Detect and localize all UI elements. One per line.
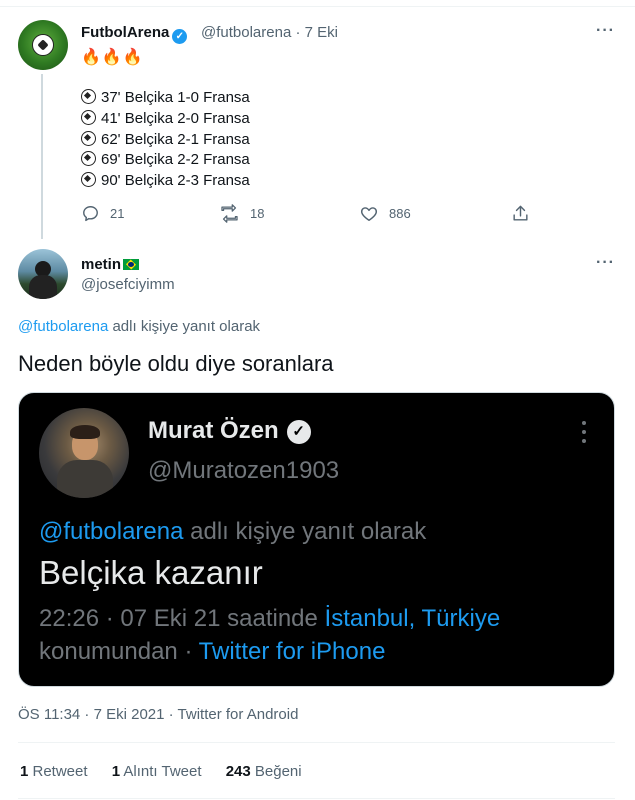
futbolarena-avatar[interactable] (18, 20, 68, 70)
soccer-ball-icon (81, 131, 96, 146)
football-avatar-icon (32, 34, 54, 56)
top-divider (0, 6, 635, 7)
soccer-ball-icon (81, 110, 96, 125)
tweet-stats: 1 Retweet 1 Alıntı Tweet 243 Beğeni (20, 763, 322, 780)
like-button[interactable]: 886 (359, 204, 411, 223)
screenshot-tweet-text: Belçika kazanır (39, 554, 263, 591)
avatar-coat (57, 460, 113, 498)
retweet-count: 18 (250, 206, 265, 221)
retweet-button[interactable]: 18 (219, 204, 264, 223)
metin-avatar[interactable] (18, 249, 68, 299)
reply-author-name[interactable]: metin (81, 256, 140, 273)
parent-handle-date[interactable]: @futbolarena · 7 Eki (201, 24, 338, 41)
like-icon (360, 207, 378, 221)
avatar-hair (70, 425, 100, 439)
thread-connector-line (41, 74, 43, 239)
soccer-ball-icon (81, 89, 96, 104)
screenshot-meta-line1: 22:26 · 07 Eki 21 saatinde İstanbul, Tür… (39, 605, 501, 632)
retweets-stat[interactable]: 1 Retweet (20, 763, 88, 780)
reply-icon (83, 206, 98, 222)
brazil-flag-icon (123, 259, 140, 270)
parent-author-name[interactable]: FutbolArena ✓ (81, 24, 188, 44)
soccer-ball-icon (81, 151, 96, 166)
tweet-timestamp[interactable]: ÖS 11:34 · 7 Eki 2021 · Twitter for Andr… (18, 706, 298, 723)
reply-context: @futbolarena adlı kişiye yanıt olarak (18, 318, 261, 335)
verified-badge-icon: ✓ (172, 29, 188, 44)
soccer-ball-icon (81, 172, 96, 187)
reply-to-link[interactable]: @futbolarena (18, 318, 108, 335)
score-line: 90' Belçika 2-3 Fransa (81, 172, 250, 189)
divider (18, 742, 615, 743)
retweet-icon (221, 204, 238, 223)
share-icon (513, 205, 528, 221)
screenshot-meta-line2: konumundan · Twitter for iPhone (39, 638, 386, 665)
reply-author-handle[interactable]: @josefciyimm (81, 276, 175, 293)
quote-tweets-stat[interactable]: 1 Alıntı Tweet (112, 763, 202, 780)
avatar-person-body (29, 275, 57, 299)
score-line: 37' Belçika 1-0 Fransa (81, 89, 250, 106)
reply-more-icon[interactable]: ··· (596, 254, 615, 272)
parent-more-icon[interactable]: ··· (596, 22, 615, 40)
screenshot-author-name: Murat Özen ✓ (148, 417, 311, 445)
divider (18, 798, 615, 799)
murat-ozen-avatar (39, 408, 129, 498)
score-line: 62' Belçika 2-1 Fransa (81, 131, 250, 148)
like-count: 886 (389, 206, 411, 221)
screenshot-reply-context: @futbolarena adlı kişiye yanıt olarak (39, 518, 427, 545)
attached-image[interactable]: Murat Özen ✓ @Muratozen1903 @futbolarena … (18, 392, 615, 687)
likes-stat[interactable]: 243 Beğeni (226, 763, 302, 780)
screenshot-author-handle: @Muratozen1903 (148, 457, 340, 484)
share-button[interactable] (511, 204, 540, 223)
score-line: 41' Belçika 2-0 Fransa (81, 110, 250, 127)
verified-badge-icon: ✓ (286, 420, 311, 444)
score-line: 69' Belçika 2-2 Fransa (81, 151, 250, 168)
reply-tweet-text: Neden böyle oldu diye soranlara (18, 351, 334, 376)
reply-button[interactable]: 21 (81, 204, 124, 223)
fire-emoji-line: 🔥🔥🔥 (81, 49, 144, 66)
screenshot-more-icon (582, 421, 586, 448)
reply-count: 21 (110, 206, 125, 221)
